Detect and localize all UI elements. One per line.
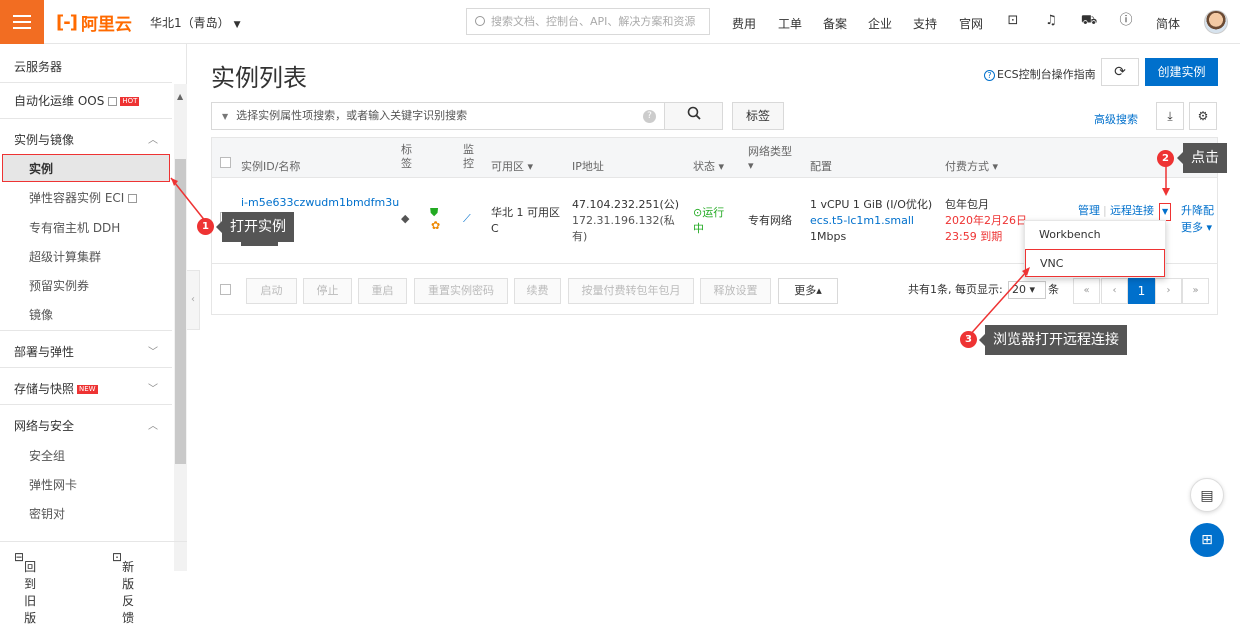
chat-icon[interactable]: ▤ — [1190, 478, 1224, 512]
annotation-label-1: 打开实例 — [216, 212, 294, 242]
annotation-number-1: 1 — [197, 218, 214, 235]
annotation-label-2: 点击 — [1177, 143, 1227, 173]
apps-grid-icon[interactable]: ⊞ — [1190, 523, 1224, 557]
annotation-arrows — [170, 166, 1170, 338]
annotation-number-2: 2 — [1157, 150, 1174, 167]
annotation-label-3: 浏览器打开远程连接 — [979, 325, 1127, 355]
annotation-number-3: 3 — [960, 331, 977, 348]
